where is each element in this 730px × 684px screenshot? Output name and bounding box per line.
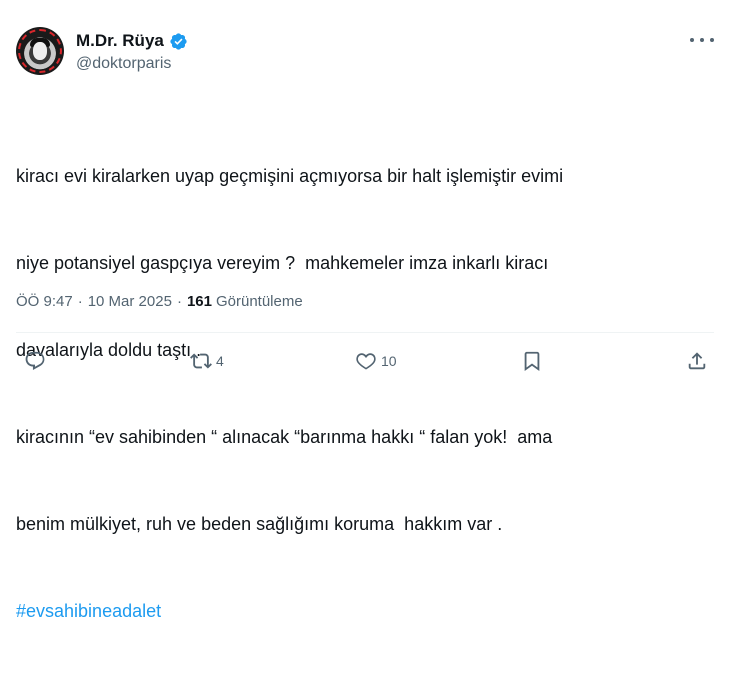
bookmark-button[interactable] [521,350,543,372]
views-label: Görüntüleme [215,293,303,310]
tweet-text: kiracı evi kiralarken uyap geçmişini açm… [16,104,716,684]
retweet-count: 4 [216,353,224,369]
share-icon [688,352,706,370]
author-handle[interactable]: @doktorparis [76,55,171,73]
action-bar: 4 10 [0,350,730,380]
like-count: 10 [381,353,397,369]
tweet: M.Dr. Rüya @doktorparis kiracı evi kiral… [0,0,730,621]
tweet-date[interactable]: 10 Mar 2025 [88,293,172,310]
bookmark-icon [524,351,540,372]
more-icon-dot [700,38,704,42]
hashtag-link[interactable]: #evsahibineadalet [16,597,716,626]
views-count: 161 [186,293,212,310]
tweet-line: kiracı evi kiralarken uyap geçmişini açm… [16,166,564,186]
divider [16,332,714,333]
heart-icon [356,353,376,370]
retweet-icon [190,353,212,369]
tweet-line: benim mülkiyet, ruh ve beden sağlığımı k… [16,514,503,534]
more-icon-dot [710,38,714,42]
tweet-meta: ÖÖ 9:47 · 10 Mar 2025 · 161 Görüntüleme [16,293,303,310]
more-options-button[interactable] [690,30,714,50]
author-name[interactable]: M.Dr. Rüya [76,31,164,51]
tweet-time[interactable]: ÖÖ 9:47 [16,293,73,310]
reply-icon [25,351,45,370]
meta-separator: · [77,293,83,310]
more-icon-dot [690,38,694,42]
reply-button[interactable] [24,350,50,372]
verified-badge-icon[interactable] [169,32,188,51]
meta-separator: · [176,293,182,310]
tweet-line: niye potansiyel gaspçıya vereyim ? mahke… [16,253,549,273]
author-row: M.Dr. Rüya [76,31,188,51]
avatar[interactable] [16,27,64,75]
like-button[interactable]: 10 [355,350,397,372]
share-button[interactable] [686,350,708,372]
tweet-line: kiracının “ev sahibinden “ alınacak “bar… [16,427,553,447]
avatar-face [33,42,47,60]
retweet-button[interactable]: 4 [190,350,224,372]
